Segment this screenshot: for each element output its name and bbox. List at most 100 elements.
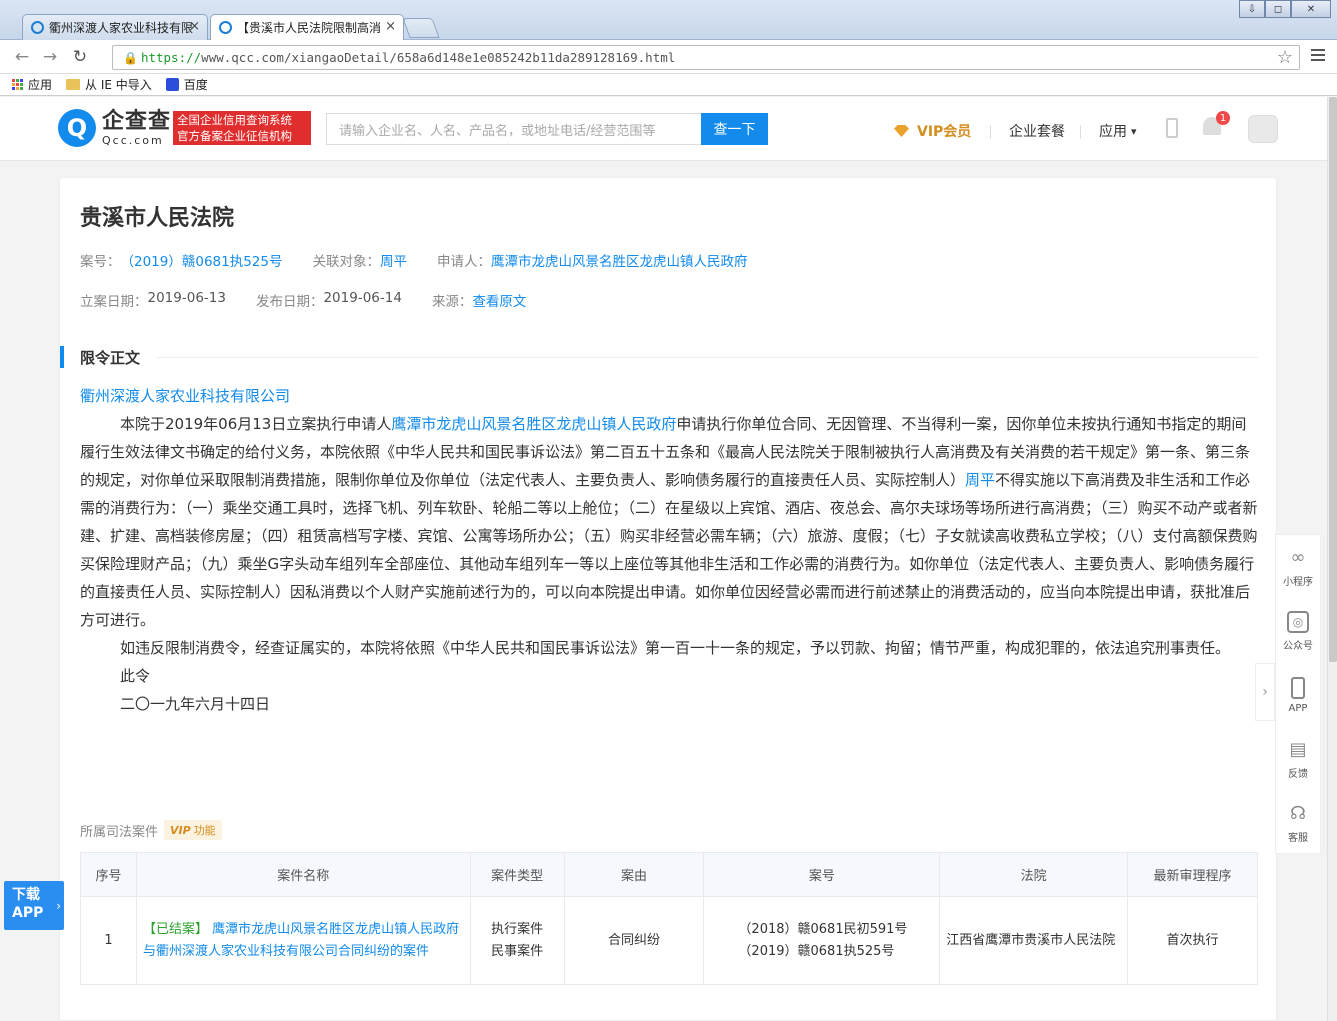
bookmark-apps[interactable]: 应用 xyxy=(12,76,52,93)
tab-title: 【贵溪市人民法院限制高消 xyxy=(237,21,382,35)
case-number-cell: （2018）赣0681民初591号 （2019）赣0681执525号 xyxy=(703,896,941,985)
side-collapse-button[interactable]: › xyxy=(1255,663,1275,721)
vip-label: VIP会员 xyxy=(917,124,972,140)
browser-tab-1[interactable]: 衢州深渡人家农业科技有限 × xyxy=(22,14,208,40)
minimize-button[interactable]: ⇩ xyxy=(1239,0,1265,18)
source-label: 来源： xyxy=(431,294,473,310)
case-name-cell[interactable]: 【已结案】 鹰潭市龙虎山风景名胜区龙虎山镇人民政府与衢州深渡人家农业科技有限公司… xyxy=(135,896,471,985)
new-tab-button[interactable] xyxy=(402,18,440,38)
restore-button[interactable]: ◻ xyxy=(1265,0,1291,18)
applicant-inline-link[interactable]: 鹰潭市龙虎山风景名胜区龙虎山镇人民政府 xyxy=(391,415,676,433)
page-scrollbar[interactable] xyxy=(1327,97,1337,1021)
document-paragraph-2: 如违反限制消费令，经查证属实的，本院将依照《中华人民共和国民事诉讼法》第一百一十… xyxy=(120,639,1231,657)
site-header: Q 企查查 Qcc.com 全国企业信用查询系统 官方备案企业征信机构 请输入企… xyxy=(0,97,1327,161)
column-header: 案号 xyxy=(703,852,941,897)
download-app-button[interactable]: 下载 APP › xyxy=(4,881,64,930)
folder-icon xyxy=(66,79,81,90)
search-button[interactable]: 查一下 xyxy=(701,113,768,145)
wechat-official-icon: ◎ xyxy=(1287,610,1309,633)
bookmark-star-icon[interactable]: ☆ xyxy=(1277,47,1293,68)
published-date: 2019-06-14 xyxy=(323,290,402,306)
column-header: 案由 xyxy=(563,852,705,897)
column-header: 案件名称 xyxy=(135,852,471,897)
address-bar[interactable]: 🔒 https:// www.qcc.com/xiangaoDetail/658… xyxy=(112,45,1300,70)
court-cell: 江西省鹰潭市贵溪市人民法院 xyxy=(939,896,1129,985)
case-no-link[interactable]: （2019）赣0681执525号 xyxy=(121,250,283,270)
bookmark-baidu[interactable]: 百度 xyxy=(165,76,208,93)
apps-icon xyxy=(12,79,23,90)
vip-feature-tag: VIP 功能 xyxy=(164,820,222,840)
procedure-cell: 首次执行 xyxy=(1127,896,1258,985)
official-account-button[interactable]: ◎ 公众号 xyxy=(1276,599,1320,663)
tab-close-icon[interactable]: × xyxy=(189,19,200,34)
avatar[interactable] xyxy=(1248,115,1278,143)
qcc-favicon-icon xyxy=(31,21,44,34)
mini-program-button[interactable]: ∞ 小程序 xyxy=(1276,535,1320,599)
filed-label: 立案日期： xyxy=(80,294,148,310)
table-row: 1 【已结案】 鹰潭市龙虎山风景名胜区龙虎山镇人民政府与衢州深渡人家农业科技有限… xyxy=(80,896,1258,985)
case-type-cell: 执行案件 民事案件 xyxy=(469,896,565,985)
feedback-button[interactable]: ▤ 反馈 xyxy=(1276,727,1320,791)
logo-cn: 企查查 xyxy=(102,108,172,134)
browser-tab-2[interactable]: 【贵溪市人民法院限制高消 × xyxy=(210,14,404,40)
apps-dropdown[interactable]: 应用 ▾ xyxy=(1099,121,1137,141)
mobile-icon[interactable] xyxy=(1166,118,1178,138)
column-header: 最新审理程序 xyxy=(1127,852,1258,897)
page-title: 贵溪市人民法院 xyxy=(80,206,235,231)
slogan-line-2: 官方备案企业征信机构 xyxy=(177,129,292,143)
browser-titlebar: 衢州深渡人家农业科技有限 × 【贵溪市人民法院限制高消 × ⇩ ◻ ✕ xyxy=(0,0,1337,40)
notification-badge: 1 xyxy=(1216,111,1230,125)
qcc-logo[interactable]: Q 企查查 Qcc.com xyxy=(58,109,171,147)
scrollbar-thumb[interactable] xyxy=(1329,97,1337,662)
app-icon xyxy=(1291,676,1305,699)
document-paragraph-3: 此令 xyxy=(120,667,151,685)
customer-service-icon: ☊ xyxy=(1290,803,1306,824)
document-body: 本院于2019年06月13日立案执行申请人鹰潭市龙虎山风景名胜区龙虎山镇人民政府… xyxy=(80,410,1260,718)
case-no-label: 案号： xyxy=(80,254,121,270)
meta-row-1: 案号： （2019）赣0681执525号 关联对象： 周平 申请人： 鹰潭市龙虎… xyxy=(80,250,747,270)
baidu-icon xyxy=(165,78,179,91)
related-cases-header: 所属司法案件 VIP 功能 xyxy=(80,820,222,840)
bookmark-import-ie[interactable]: 从 IE 中导入 xyxy=(66,76,152,93)
url-scheme: https:// xyxy=(140,50,202,65)
table-header-row: 序号 案件名称 案件类型 案由 案号 法院 最新审理程序 xyxy=(80,852,1258,897)
apps-label: 应用 xyxy=(1099,124,1127,140)
related-cases-table: 序号 案件名称 案件类型 案由 案号 法院 最新审理程序 1 【已结案】 鹰潭市… xyxy=(80,852,1258,985)
slogan-badge: 全国企业信用查询系统 官方备案企业征信机构 xyxy=(173,111,311,145)
related-person-link[interactable]: 周平 xyxy=(380,250,407,270)
case-status-tag: 【已结案】 xyxy=(142,921,208,937)
case-cause-cell: 合同纠纷 xyxy=(563,896,705,985)
related-cases-title: 所属司法案件 xyxy=(80,824,159,840)
applicant-link[interactable]: 鹰潭市龙虎山风景名胜区龙虎山镇人民政府 xyxy=(491,250,748,270)
tab-close-icon[interactable]: × xyxy=(385,19,396,34)
person-inline-link[interactable]: 周平 xyxy=(965,471,995,489)
qcc-favicon-icon xyxy=(219,21,232,34)
chevron-right-icon: › xyxy=(1262,684,1268,700)
bookmark-label: 从 IE 中导入 xyxy=(85,78,152,92)
column-header: 案件类型 xyxy=(469,852,565,897)
vip-gem-icon xyxy=(894,125,909,137)
search-input[interactable]: 请输入企业名、人名、产品名，或地址电话/经营范围等 xyxy=(326,113,702,145)
app-button[interactable]: APP xyxy=(1276,663,1320,727)
section-header: 限令正文 xyxy=(60,344,1258,370)
logo-en: Qcc.com xyxy=(102,133,164,147)
window-controls: ⇩ ◻ ✕ xyxy=(1239,0,1331,18)
back-button[interactable]: ← xyxy=(12,47,32,67)
chevron-down-icon: ▾ xyxy=(1131,124,1137,138)
reload-button[interactable]: ↻ xyxy=(70,47,90,67)
bookmark-label: 百度 xyxy=(183,78,208,92)
document-company-link[interactable]: 衢州深渡人家农业科技有限公司 xyxy=(80,385,290,406)
view-original-link[interactable]: 查看原文 xyxy=(472,290,526,310)
column-header: 法院 xyxy=(939,852,1129,897)
forward-button[interactable]: → xyxy=(40,47,60,67)
browser-menu-icon[interactable] xyxy=(1311,49,1325,64)
mini-program-icon: ∞ xyxy=(1290,547,1306,568)
side-toolbar: ∞ 小程序 ◎ 公众号 APP ▤ 反馈 ☊ 客服 xyxy=(1275,534,1321,854)
document-paragraph-1: 本院于2019年06月13日立案执行申请人鹰潭市龙虎山风景名胜区龙虎山镇人民政府… xyxy=(80,415,1258,629)
vip-member-link[interactable]: VIP会员 xyxy=(894,121,971,141)
feedback-icon: ▤ xyxy=(1289,739,1307,760)
meta-row-2: 立案日期： 2019-06-13 发布日期： 2019-06-14 来源： 查看… xyxy=(80,290,526,310)
window-close-button[interactable]: ✕ xyxy=(1291,0,1331,18)
customer-service-button[interactable]: ☊ 客服 xyxy=(1276,791,1320,855)
enterprise-package-link[interactable]: 企业套餐 xyxy=(1009,121,1065,141)
